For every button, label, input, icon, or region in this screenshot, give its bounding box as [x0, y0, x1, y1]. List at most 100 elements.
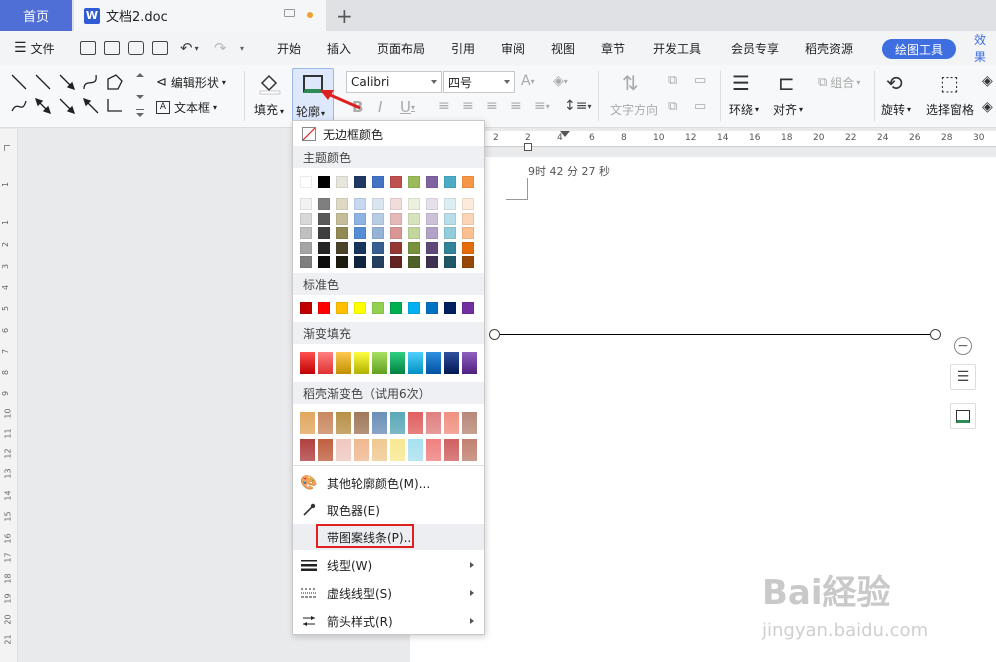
layer-up-icon[interactable]: ◈: [982, 73, 993, 89]
docer-gradient-swatch[interactable]: [300, 412, 315, 434]
color-swatch[interactable]: [318, 241, 330, 254]
color-swatch[interactable]: [390, 256, 402, 268]
align-left-icon[interactable]: ≡: [438, 98, 450, 114]
color-swatch[interactable]: [408, 227, 420, 239]
justify-icon[interactable]: ≡: [510, 98, 522, 114]
line-end-handle[interactable]: [930, 329, 941, 340]
color-swatch[interactable]: [300, 256, 312, 268]
docer-gradient-swatch[interactable]: [444, 412, 459, 434]
color-swatch[interactable]: [444, 241, 456, 254]
menu-start[interactable]: 开始: [277, 31, 301, 65]
color-swatch[interactable]: [354, 241, 366, 254]
text-box-button[interactable]: A 文本框 ▾: [156, 99, 217, 116]
side-outline-icon[interactable]: [950, 403, 976, 429]
gradient-swatch[interactable]: [336, 352, 351, 374]
color-swatch[interactable]: [372, 176, 384, 188]
color-swatch[interactable]: [390, 212, 402, 225]
save-icon[interactable]: [80, 31, 96, 65]
align-center-icon[interactable]: ≡: [462, 98, 474, 114]
color-swatch[interactable]: [408, 212, 420, 225]
color-swatch[interactable]: [300, 176, 312, 188]
wrap-button[interactable]: 环绕 ▾: [729, 101, 759, 118]
quick-access-dropdown-icon[interactable]: ▾: [240, 31, 244, 65]
docer-gradient-swatch[interactable]: [426, 412, 441, 434]
menu-docer[interactable]: 稻壳资源: [805, 31, 853, 65]
color-swatch[interactable]: [426, 241, 438, 254]
gradient-swatch[interactable]: [390, 352, 405, 374]
color-swatch[interactable]: [390, 176, 402, 188]
menu-member[interactable]: 会员专享: [731, 31, 779, 65]
menu-review[interactable]: 审阅: [501, 31, 525, 65]
drawing-tools-tab[interactable]: 绘图工具: [882, 39, 956, 59]
color-swatch[interactable]: [354, 256, 366, 268]
document-page[interactable]: [410, 157, 996, 662]
align-right-icon[interactable]: ≡: [486, 98, 498, 114]
highlight-icon[interactable]: ◈ ▾: [553, 73, 568, 89]
fill-button[interactable]: 填充 ▾: [254, 71, 284, 118]
dash-type-item[interactable]: 虚线线型(S): [293, 581, 484, 605]
standard-color-swatch[interactable]: [390, 302, 402, 314]
color-swatch[interactable]: [426, 256, 438, 268]
font-size-select[interactable]: 四号: [443, 71, 515, 93]
layout-options-icon[interactable]: ☰: [950, 364, 976, 390]
color-swatch[interactable]: [390, 198, 402, 210]
color-swatch[interactable]: [300, 227, 312, 239]
file-menu[interactable]: ☰ 文件: [14, 31, 55, 65]
wrap-icon[interactable]: ☰: [732, 71, 750, 95]
docer-gradient-swatch[interactable]: [354, 412, 369, 434]
edit-shape-button[interactable]: ⊲ 编辑形状 ▾: [156, 74, 226, 91]
selection-pane-icon[interactable]: ⬚: [940, 71, 959, 95]
standard-color-swatch[interactable]: [408, 302, 420, 314]
color-swatch[interactable]: [336, 227, 348, 239]
more-outline-colors-item[interactable]: 🎨 其他轮廓颜色(M)...: [293, 471, 484, 495]
color-swatch[interactable]: [462, 176, 474, 188]
effects-tab[interactable]: 效果: [974, 31, 996, 65]
color-swatch[interactable]: [336, 176, 348, 188]
color-swatch[interactable]: [444, 176, 456, 188]
gradient-swatch[interactable]: [300, 352, 315, 374]
distribute-icon[interactable]: ≡ ▾: [534, 98, 550, 114]
undo-icon[interactable]: ↶ ▾: [180, 31, 199, 65]
color-swatch[interactable]: [462, 212, 474, 225]
color-swatch[interactable]: [372, 212, 384, 225]
color-swatch[interactable]: [462, 241, 474, 254]
rotate-button[interactable]: 旋转 ▾: [881, 101, 911, 118]
print-icon[interactable]: [128, 31, 144, 65]
menu-page-layout[interactable]: 页面布局: [377, 31, 425, 65]
color-swatch[interactable]: [426, 198, 438, 210]
standard-color-swatch[interactable]: [318, 302, 330, 314]
monitor-icon[interactable]: [284, 9, 295, 17]
color-swatch[interactable]: [318, 176, 330, 188]
line-spacing-icon[interactable]: ↕≡ ▾: [564, 98, 591, 114]
gradient-swatch[interactable]: [426, 352, 441, 374]
menu-view[interactable]: 视图: [551, 31, 575, 65]
font-color-icon[interactable]: A ▾: [521, 73, 535, 89]
document-tab[interactable]: W 文档2.doc: [74, 0, 326, 31]
color-swatch[interactable]: [408, 198, 420, 210]
standard-color-swatch[interactable]: [300, 302, 312, 314]
color-swatch[interactable]: [372, 198, 384, 210]
menu-chapter[interactable]: 章节: [601, 31, 625, 65]
color-swatch[interactable]: [300, 241, 312, 254]
color-swatch[interactable]: [336, 212, 348, 225]
standard-color-swatch[interactable]: [336, 302, 348, 314]
standard-color-swatch[interactable]: [462, 302, 474, 314]
docer-gradient-swatch[interactable]: [408, 412, 423, 434]
gradient-swatch[interactable]: [444, 352, 459, 374]
color-swatch[interactable]: [354, 212, 366, 225]
gradient-swatch[interactable]: [408, 352, 423, 374]
color-swatch[interactable]: [336, 198, 348, 210]
color-swatch[interactable]: [462, 227, 474, 239]
selection-pane-button[interactable]: 选择窗格: [926, 101, 974, 118]
color-swatch[interactable]: [408, 256, 420, 268]
docer-gradient-swatch[interactable]: [390, 439, 405, 461]
docer-gradient-swatch[interactable]: [318, 439, 333, 461]
export-icon[interactable]: [104, 31, 120, 65]
color-swatch[interactable]: [300, 198, 312, 210]
standard-color-swatch[interactable]: [426, 302, 438, 314]
docer-gradient-swatch[interactable]: [336, 412, 351, 434]
color-swatch[interactable]: [444, 198, 456, 210]
color-swatch[interactable]: [426, 176, 438, 188]
color-swatch[interactable]: [354, 198, 366, 210]
docer-gradient-swatch[interactable]: [372, 412, 387, 434]
